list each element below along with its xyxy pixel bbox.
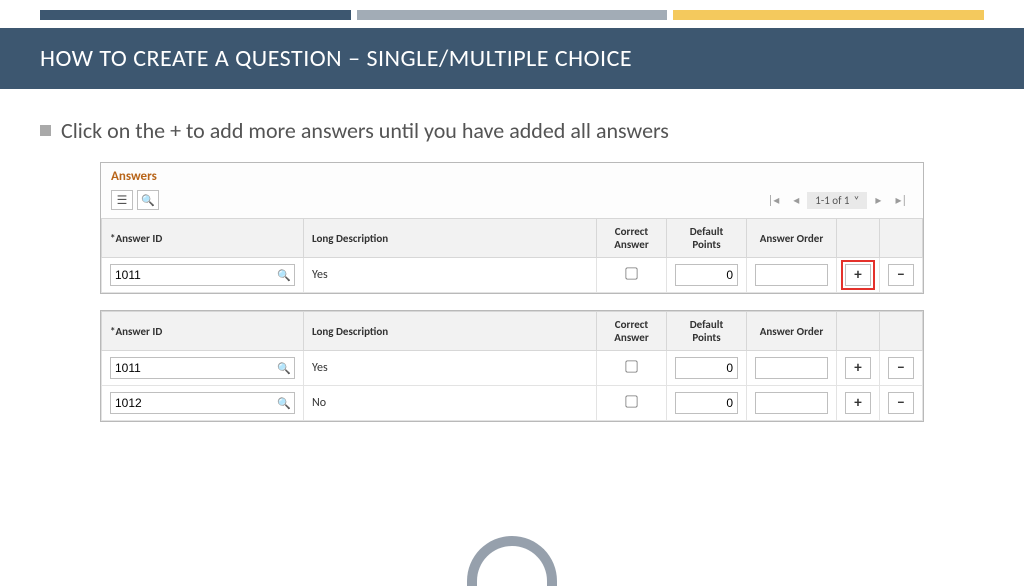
grid-header-row: *Answer ID Long Description Correct Answ…	[102, 312, 923, 351]
answer-desc: No	[304, 386, 597, 421]
lookup-icon[interactable]	[274, 393, 294, 413]
chevron-down-icon: ˅	[854, 194, 860, 207]
pager: |◂ ◂ 1-1 of 1 ˅ ▸ ▸|	[762, 192, 913, 209]
col-answer-id: *Answer ID	[102, 219, 304, 258]
instruction-bullet: Click on the + to add more answers until…	[40, 117, 984, 144]
remove-row-button[interactable]: −	[888, 392, 914, 414]
col-remove	[880, 312, 923, 351]
remove-row-button[interactable]: −	[888, 357, 914, 379]
page-count-text: 1-1 of 1	[815, 194, 849, 207]
answer-id-lookup[interactable]	[110, 264, 295, 286]
col-points: Default Points	[667, 312, 747, 351]
bullet-icon	[40, 125, 51, 136]
answer-order-input[interactable]	[755, 392, 828, 414]
search-button[interactable]	[137, 190, 159, 210]
remove-row-button[interactable]: −	[888, 264, 914, 286]
answers-grid-after: *Answer ID Long Description Correct Answ…	[101, 311, 923, 421]
answer-id-lookup[interactable]	[110, 392, 295, 414]
answer-row: Yes + −	[102, 258, 923, 293]
correct-answer-checkbox[interactable]	[625, 360, 637, 372]
grid-options-button[interactable]: ☰	[111, 190, 133, 210]
answers-panel-before: Answers ☰ |◂ ◂ 1-1 of 1 ˅ ▸ ▸| *Answer I…	[100, 162, 924, 294]
col-add	[837, 219, 880, 258]
answer-row: No + −	[102, 386, 923, 421]
add-row-button[interactable]: +	[845, 392, 871, 414]
col-answer-id: *Answer ID	[102, 312, 304, 351]
col-order: Answer Order	[747, 219, 837, 258]
answer-desc: Yes	[304, 351, 597, 386]
prev-page-icon[interactable]: ◂	[787, 193, 805, 208]
page-count[interactable]: 1-1 of 1 ˅	[807, 192, 867, 209]
answer-order-input[interactable]	[755, 357, 828, 379]
accent-segment-grey	[357, 10, 668, 20]
default-points-input[interactable]	[675, 357, 738, 379]
col-order: Answer Order	[747, 312, 837, 351]
grid-header-row: *Answer ID Long Description Correct Answ…	[102, 219, 923, 258]
correct-answer-checkbox[interactable]	[625, 395, 637, 407]
add-row-button[interactable]: +	[845, 357, 871, 379]
answer-id-lookup[interactable]	[110, 357, 295, 379]
col-correct: Correct Answer	[597, 312, 667, 351]
col-add	[837, 312, 880, 351]
default-points-input[interactable]	[675, 264, 738, 286]
answers-heading: Answers	[101, 163, 923, 186]
correct-answer-checkbox[interactable]	[625, 267, 637, 279]
first-page-icon[interactable]: |◂	[762, 193, 786, 208]
col-long-desc: Long Description	[304, 312, 597, 351]
col-remove	[880, 219, 923, 258]
add-row-button[interactable]: +	[845, 264, 871, 286]
top-accent-bar	[40, 10, 984, 20]
next-page-icon[interactable]: ▸	[869, 193, 887, 208]
answer-id-input[interactable]	[111, 393, 274, 413]
accent-segment-gold	[673, 10, 984, 20]
page-title: HOW TO CREATE A QUESTION – SINGLE/MULTIP…	[0, 28, 1024, 89]
answer-row: Yes + −	[102, 351, 923, 386]
answers-grid: *Answer ID Long Description Correct Answ…	[101, 218, 923, 293]
lookup-icon[interactable]	[274, 358, 294, 378]
lookup-icon[interactable]	[274, 265, 294, 285]
default-points-input[interactable]	[675, 392, 738, 414]
state-seal-decoration	[467, 536, 557, 586]
col-correct: Correct Answer	[597, 219, 667, 258]
answer-id-input[interactable]	[111, 265, 274, 285]
col-long-desc: Long Description	[304, 219, 597, 258]
answers-toolbar: ☰ |◂ ◂ 1-1 of 1 ˅ ▸ ▸|	[101, 186, 923, 218]
answers-panel-after: *Answer ID Long Description Correct Answ…	[100, 310, 924, 422]
last-page-icon[interactable]: ▸|	[889, 193, 913, 208]
accent-segment-dark	[40, 10, 351, 20]
answer-id-input[interactable]	[111, 358, 274, 378]
answer-order-input[interactable]	[755, 264, 828, 286]
instruction-text: Click on the + to add more answers until…	[61, 117, 669, 144]
answer-desc: Yes	[304, 258, 597, 293]
col-points: Default Points	[667, 219, 747, 258]
